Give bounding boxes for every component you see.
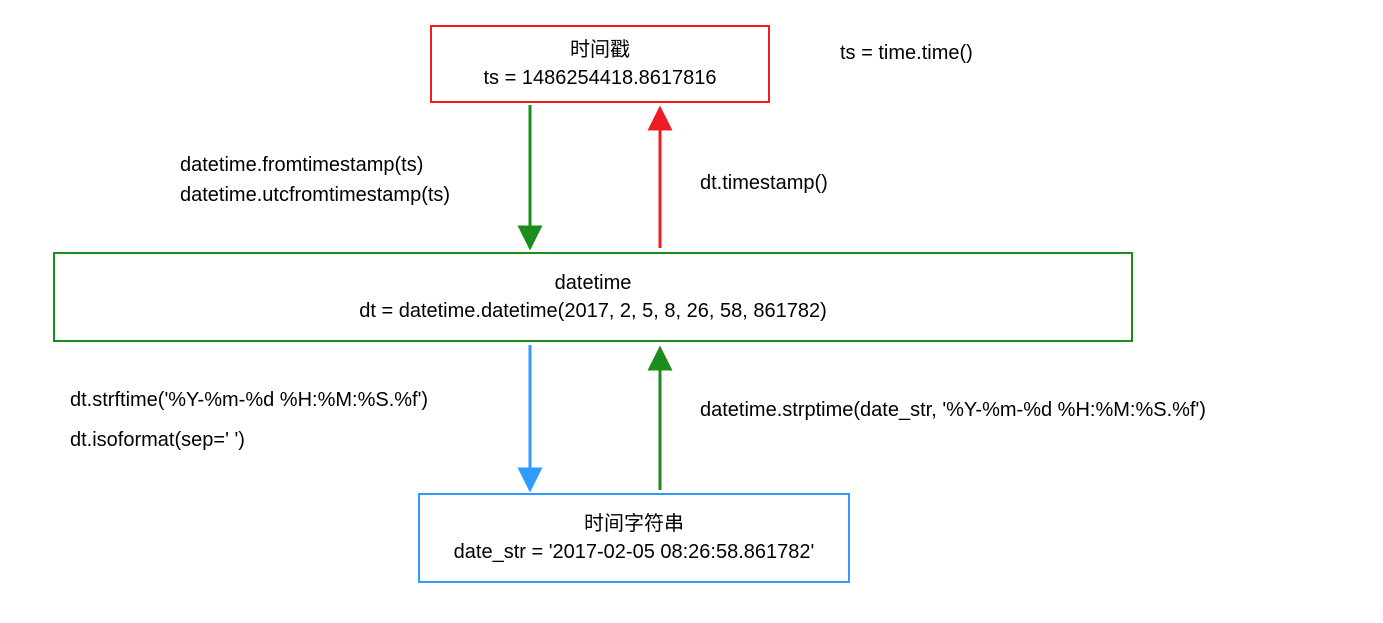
node-datestring: 时间字符串 date_str = '2017-02-05 08:26:58.86… [418, 493, 850, 583]
label-dt-to-str-1: dt.strftime('%Y-%m-%d %H:%M:%S.%f') [70, 385, 428, 415]
label-dt-to-str-2: dt.isoformat(sep=' ') [70, 425, 428, 455]
node-timestamp-value: ts = 1486254418.8617816 [484, 64, 717, 92]
node-datestring-title: 时间字符串 [584, 510, 684, 538]
label-dt-to-ts: dt.timestamp() [700, 168, 828, 198]
node-timestamp: 时间戳 ts = 1486254418.8617816 [430, 25, 770, 103]
label-dt-to-str: dt.strftime('%Y-%m-%d %H:%M:%S.%f') dt.i… [70, 385, 428, 455]
node-datetime: datetime dt = datetime.datetime(2017, 2,… [53, 252, 1133, 342]
label-ts-to-dt-1: datetime.fromtimestamp(ts) [180, 150, 450, 180]
node-datetime-value: dt = datetime.datetime(2017, 2, 5, 8, 26… [359, 297, 827, 325]
label-ts-to-dt-2: datetime.utcfromtimestamp(ts) [180, 180, 450, 210]
diagram-stage: 时间戳 ts = 1486254418.8617816 datetime dt … [0, 0, 1383, 623]
node-datestring-value: date_str = '2017-02-05 08:26:58.861782' [454, 538, 815, 566]
node-timestamp-title: 时间戳 [570, 36, 630, 64]
node-datetime-title: datetime [555, 269, 632, 297]
label-ts-source: ts = time.time() [840, 38, 973, 68]
label-ts-to-dt: datetime.fromtimestamp(ts) datetime.utcf… [180, 150, 450, 210]
label-str-to-dt: datetime.strptime(date_str, '%Y-%m-%d %H… [700, 395, 1206, 425]
